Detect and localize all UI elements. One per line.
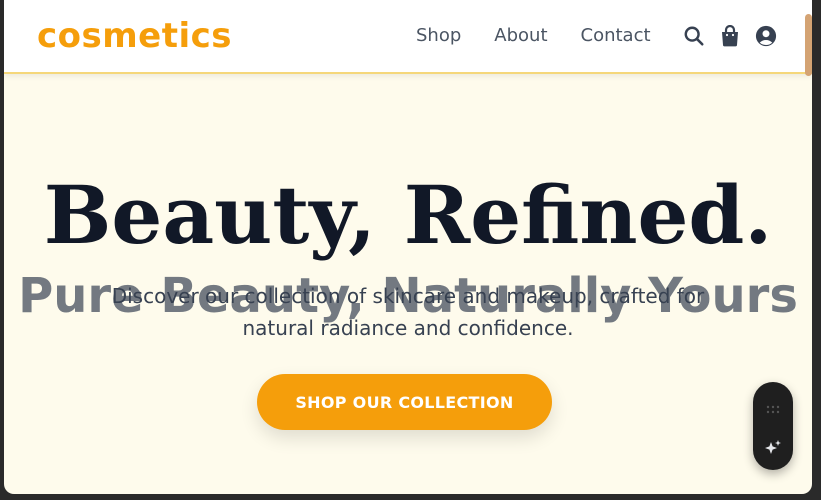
hero-description: Discover our collection of skincare and … xyxy=(111,284,705,340)
shopping-bag-icon[interactable] xyxy=(718,24,742,48)
nav-links: Shop About Contact xyxy=(416,23,651,49)
user-account-icon[interactable] xyxy=(754,24,778,48)
brand-logo[interactable]: cosmetics xyxy=(37,13,232,59)
hero-title: Beauty, Refined. xyxy=(43,168,773,262)
navbar: cosmetics Shop About Contact xyxy=(4,0,812,76)
shop-collection-button[interactable]: SHOP OUR COLLECTION xyxy=(257,374,552,430)
browser-viewport: cosmetics Shop About Contact Beauty, Ref… xyxy=(4,0,812,494)
search-icon[interactable] xyxy=(682,24,706,48)
sparkle-icon[interactable] xyxy=(763,438,783,458)
nav-link-about[interactable]: About xyxy=(494,23,547,49)
scrollbar-thumb[interactable] xyxy=(805,14,812,76)
nav-link-contact[interactable]: Contact xyxy=(581,23,651,49)
nav-link-shop[interactable]: Shop xyxy=(416,23,461,49)
drag-handle-icon[interactable] xyxy=(766,400,780,414)
floating-assistant-widget xyxy=(753,382,793,470)
nav-icons xyxy=(682,24,778,48)
